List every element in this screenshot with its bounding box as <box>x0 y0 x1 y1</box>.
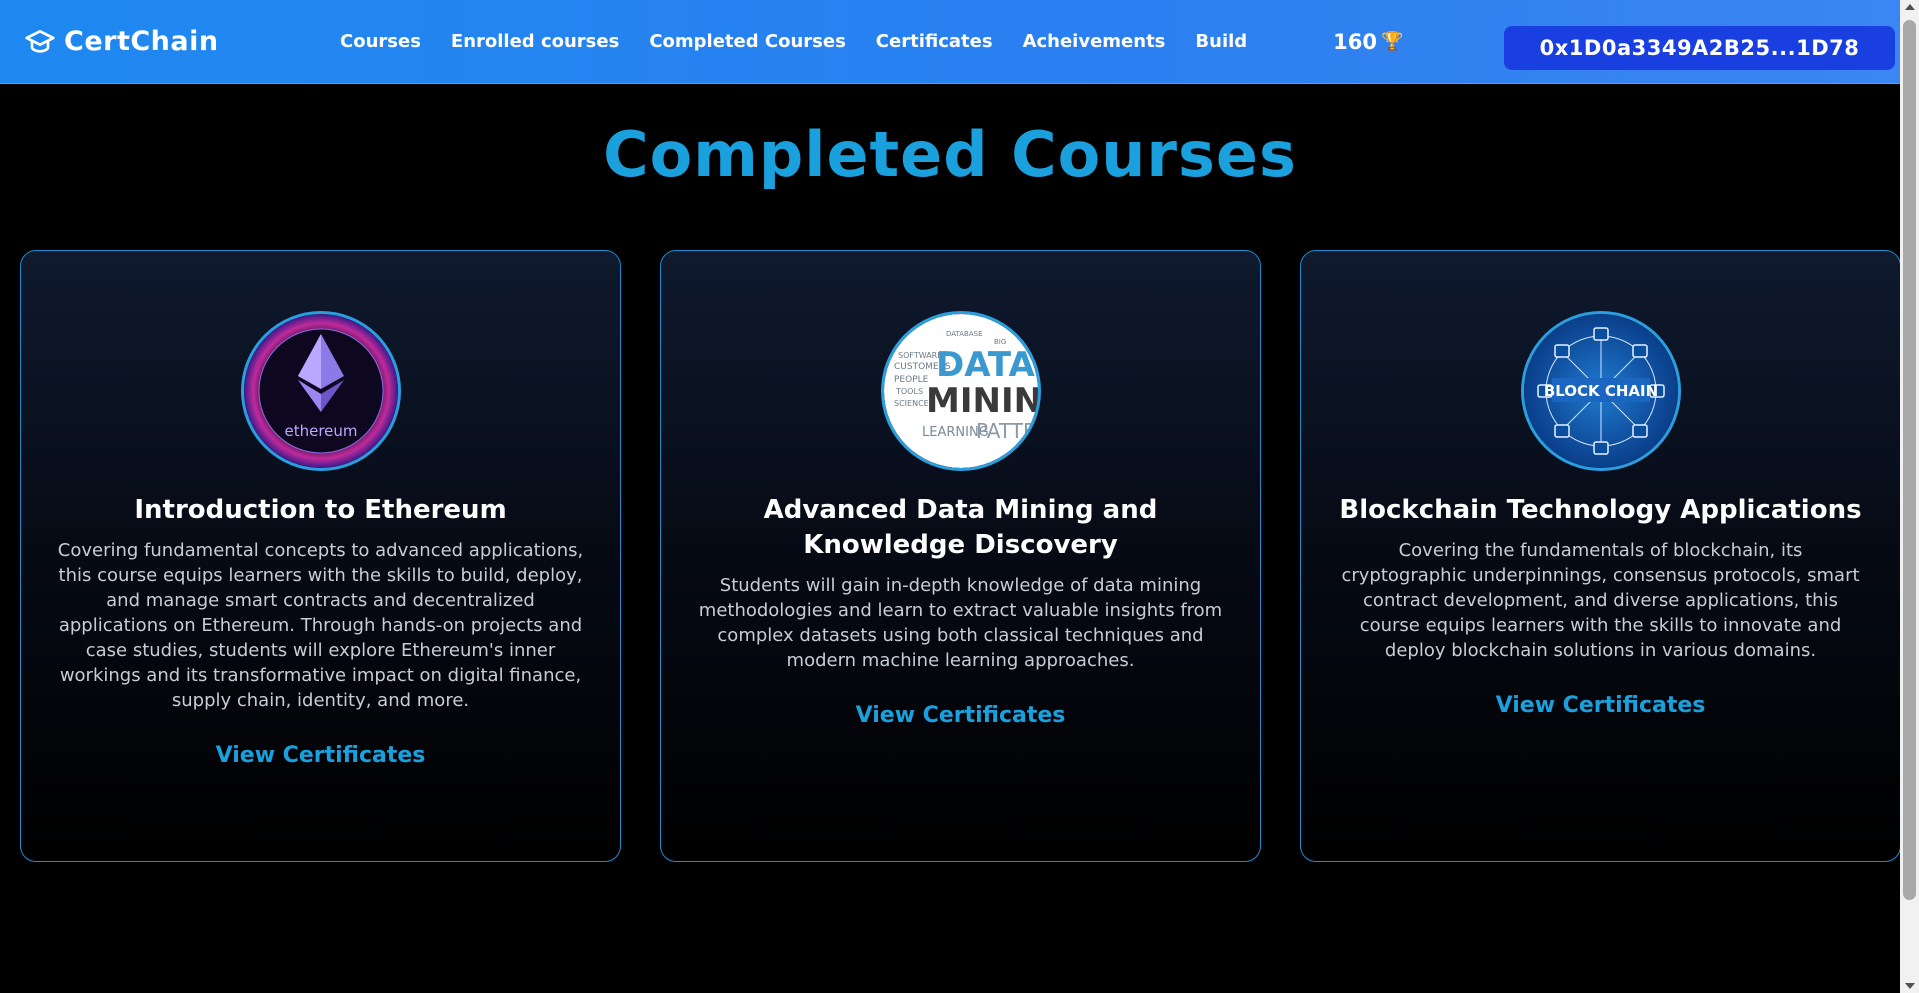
course-description: Covering the fundamentals of blockchain,… <box>1341 540 1860 661</box>
ethereum-logo-icon: ethereum <box>243 314 398 468</box>
svg-text:BLOCK CHAIN: BLOCK CHAIN <box>1543 382 1657 400</box>
scroll-down-arrow-icon[interactable] <box>1905 983 1915 989</box>
ethereum-course-image: ethereum <box>240 311 401 471</box>
nav-link-enrolled-courses[interactable]: Enrolled courses <box>451 31 619 52</box>
graduation-cap-icon <box>25 29 55 53</box>
course-description: Students will gain in-depth knowledge of… <box>698 575 1223 671</box>
svg-text:PEOPLE: PEOPLE <box>894 375 929 385</box>
course-title: Advanced Data Mining and Knowledge Disco… <box>763 495 1158 560</box>
trophy-icon: 🏆 <box>1381 31 1404 52</box>
course-card-ethereum: ethereum Introduction to Ethereum Coveri… <box>20 250 621 862</box>
top-navbar: CertChain Courses Enrolled courses Compl… <box>0 0 1900 84</box>
svg-text:MINING: MINING <box>926 381 1038 421</box>
page-title: Completed Courses <box>603 118 1297 191</box>
scroll-thumb[interactable] <box>1903 20 1916 900</box>
svg-text:TOOLS: TOOLS <box>895 387 923 396</box>
nav-link-courses[interactable]: Courses <box>340 31 421 52</box>
vertical-scrollbar[interactable] <box>1900 0 1919 993</box>
course-card-data-mining: CUSTOMERS PEOPLE SOFTWARE TOOLS SCIENCE … <box>660 250 1261 862</box>
data-mining-word-cloud-icon: CUSTOMERS PEOPLE SOFTWARE TOOLS SCIENCE … <box>883 314 1038 468</box>
course-title: Introduction to Ethereum <box>134 495 507 525</box>
brand-name: CertChain <box>64 26 219 57</box>
view-certificates-link[interactable]: View Certificates <box>1496 693 1706 718</box>
nav-link-build[interactable]: Build <box>1195 31 1247 52</box>
wallet-address-button[interactable]: 0x1D0a3349A2B25...1D78 <box>1504 26 1895 70</box>
course-card-blockchain: BLOCK CHAIN Blockchain Technology Applic… <box>1300 250 1901 862</box>
svg-text:SCIENCE: SCIENCE <box>894 399 929 408</box>
points-counter: 160 🏆 <box>1333 30 1403 54</box>
view-certificates-link[interactable]: View Certificates <box>216 743 426 768</box>
nav-links: Courses Enrolled courses Completed Cours… <box>340 31 1277 52</box>
blockchain-network-icon: BLOCK CHAIN <box>1523 314 1678 468</box>
svg-text:PATTE: PATTE <box>976 419 1036 443</box>
brand-logo[interactable]: CertChain <box>24 26 294 58</box>
svg-text:DATA: DATA <box>936 345 1035 385</box>
svg-text:DATABASE: DATABASE <box>946 330 983 338</box>
nav-link-achievements[interactable]: Acheivements <box>1023 31 1166 52</box>
blockchain-course-image: BLOCK CHAIN <box>1520 311 1681 471</box>
course-description: Covering fundamental concepts to advance… <box>57 540 584 711</box>
nav-link-completed-courses[interactable]: Completed Courses <box>649 31 845 52</box>
view-certificates-link[interactable]: View Certificates <box>856 703 1066 728</box>
points-value: 160 <box>1333 29 1378 54</box>
scroll-up-arrow-icon[interactable] <box>1905 4 1915 10</box>
data-mining-course-image: CUSTOMERS PEOPLE SOFTWARE TOOLS SCIENCE … <box>880 311 1041 471</box>
svg-text:ethereum: ethereum <box>284 422 357 440</box>
nav-link-certificates[interactable]: Certificates <box>876 31 993 52</box>
course-title: Blockchain Technology Applications <box>1339 495 1862 525</box>
